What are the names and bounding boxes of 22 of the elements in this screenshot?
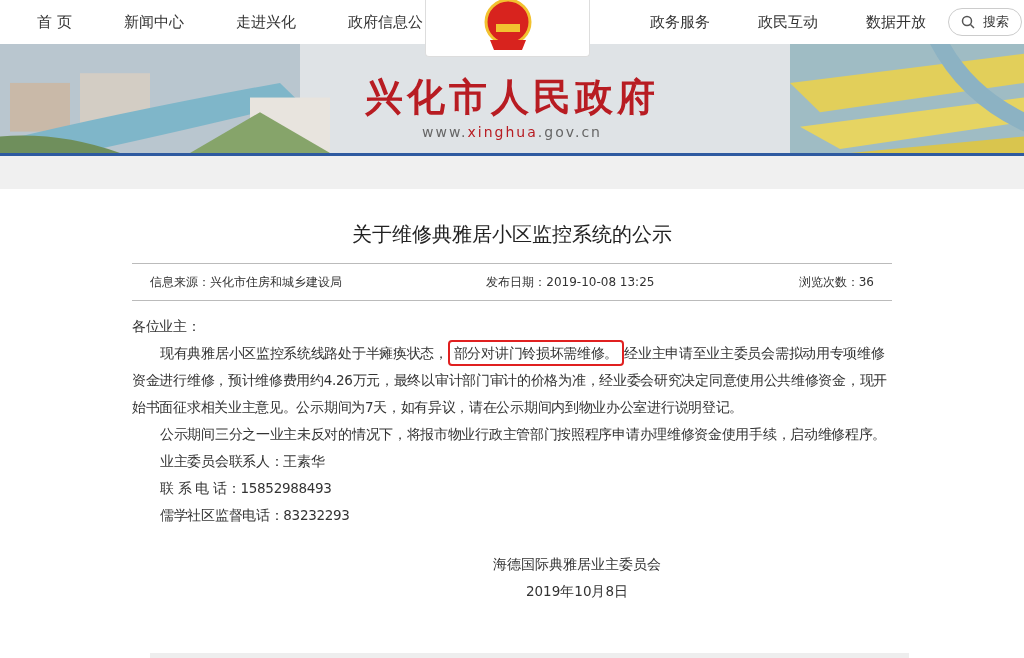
article-title: 关于维修典雅居小区监控系统的公示 [351,221,673,248]
nav-link[interactable]: 政府信息公 [347,10,423,34]
meta-text: 发布日期：2019-10-08 13:25 [486,274,655,291]
nav-link[interactable]: 首 页 [37,10,72,34]
meta-text: 浏览次数：36 [798,274,874,291]
nav-link[interactable]: 走进兴化 [235,10,296,34]
site-url: www.xinghua.gov.cn [422,122,602,142]
signature: 海德国际典雅居业主委员会 [493,555,661,574]
date-text: 2019年10月8日 [525,582,629,601]
nav-link[interactable]: 政民互动 [758,10,818,34]
meta-text: 信息来源：兴化市住房和城乡建设局 [150,274,342,291]
body-paragraph: 现有典雅居小区监控系统线路处于半瘫痪状态， 部分对讲门铃损坏需维修。 经业主申请至业主委员会需拟动用专项维修资金进行维修，预计维修费用约4.26万元，最终以审计部门审计的价格为准，经业委会研究决定同意使用公共维修资金，现开始书面征求相关业主意见。公示期间为7天，如有异议，请在公示期间内到物业办公室进行说明登记。 [132,340,892,421]
body-paragraph: 公示期间三分之一业主未反对的情况下，将报市物业行政主管部门按照程序申请办理维修资金使用手续，启动维修程序。 [159,425,888,444]
contact-line: 联 系 电 话：15852988493 [159,479,333,498]
contact-line: 业主委员会联系人：王素华 [159,452,326,471]
greeting: 各位业主： [132,317,202,336]
nav-link[interactable]: 政务服务 [650,10,710,34]
contact-line: 儒学社区监督电话：83232293 [159,506,351,525]
site-title: 兴化市人民政府 [365,74,659,121]
nav-link[interactable]: 数据开放 [866,10,926,34]
search-icon [961,15,975,29]
nav-link[interactable]: 新闻中心 [123,10,184,34]
